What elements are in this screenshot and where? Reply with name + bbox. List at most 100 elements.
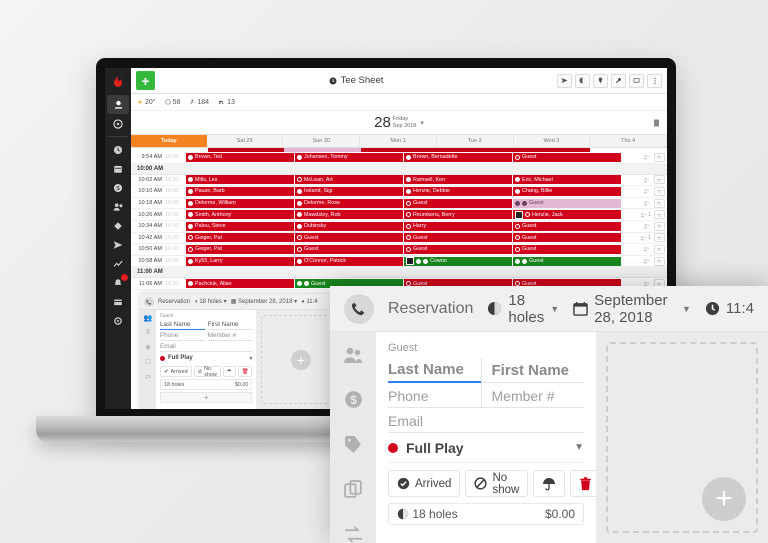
line-item-row[interactable]: 18 holes $0.00 [388, 503, 584, 525]
tee-time-row[interactable]: 10:10 AM 10.00 Pauze, Barb Ireland, Sigi Hen… [131, 186, 667, 198]
more-icon[interactable] [647, 73, 662, 88]
dollar-icon[interactable]: $ [146, 329, 150, 336]
sidebar-item-calendar[interactable] [107, 159, 129, 178]
mini-first-name-field[interactable]: First Name [207, 319, 253, 330]
contrast-icon[interactable] [575, 73, 590, 88]
tee-time-slot[interactable]: Guest [404, 198, 512, 208]
day-tab-5[interactable]: Wed 3 [514, 135, 591, 147]
cart-icon[interactable] [654, 152, 665, 162]
mini-last-name-field[interactable]: Last Name [160, 319, 205, 330]
tee-time-slot[interactable]: Delorme, Rose [295, 198, 403, 208]
fab-add-button[interactable]: + [702, 477, 746, 521]
tee-time-slot[interactable]: Guest [513, 256, 621, 266]
tee-time-slot[interactable]: Ireland, Sigi [295, 186, 403, 196]
chevron-down-icon[interactable]: ▼ [574, 442, 584, 453]
cart-icon[interactable] [654, 186, 665, 196]
tee-time-slot[interactable]: Johansen, Tommy [295, 152, 403, 162]
sidebar-item-clock[interactable] [107, 140, 129, 159]
tee-time-slot[interactable]: Guest [295, 233, 403, 243]
cart-icon[interactable] [654, 175, 665, 185]
cart-icon[interactable] [654, 256, 665, 266]
tee-time-slot[interactable]: Geiger, Pat [186, 233, 294, 243]
cart-icon[interactable] [654, 244, 665, 254]
tee-time-slot[interactable]: Brown, Ted [186, 152, 294, 162]
players-icon[interactable]: 1 [640, 212, 651, 218]
cart-icon[interactable] [654, 198, 665, 208]
day-tab-1[interactable]: Sat 29 [207, 135, 284, 147]
date-selector[interactable]: September 28, 2018 ▼ [573, 292, 691, 326]
mini-line-item[interactable]: 18 holes $0.00 [160, 379, 253, 390]
tee-time-slot[interactable]: Guest [513, 233, 621, 243]
first-name-field[interactable]: First Name [480, 358, 584, 383]
tag-icon[interactable] [344, 435, 363, 454]
holes-selector[interactable]: 18 holes ▼ [487, 292, 559, 326]
tee-time-slot[interactable]: McLean, Art [295, 175, 403, 185]
no-show-button[interactable]: No show [465, 470, 529, 497]
tee-time-slot[interactable]: Guest [404, 244, 512, 254]
sidebar-item-reports[interactable] [107, 254, 129, 273]
players-icon[interactable] [643, 200, 651, 206]
sidebar-item-send[interactable] [107, 235, 129, 254]
day-tab-today[interactable]: Today [131, 135, 207, 147]
chevron-down-icon[interactable]: ▼ [682, 304, 691, 314]
mini-trash-button[interactable]: 🗑 [237, 366, 253, 377]
sidebar-item-dashboard[interactable] [107, 114, 129, 133]
sidebar-item-people[interactable] [107, 197, 129, 216]
email-field[interactable]: Email [388, 408, 584, 433]
tee-time-slot[interactable]: Guest [404, 233, 512, 243]
tee-time-slot[interactable]: Eric, Michael [513, 175, 621, 185]
tee-time-row[interactable]: 10:02 AM 10.00 Mills, Les McLean, Art Ramsel… [131, 175, 667, 187]
pin-icon[interactable] [593, 73, 608, 88]
mini-fab-add-button[interactable]: + [290, 349, 311, 370]
tee-time-row[interactable]: 10:18 AM 10.00 Delorme, William Delorme, Ro… [131, 198, 667, 210]
wrench-icon[interactable] [611, 73, 626, 88]
tee-time-slot[interactable]: Guest [513, 198, 621, 208]
players-icon[interactable] [643, 154, 651, 160]
tee-time-slot[interactable]: Guest [513, 221, 621, 231]
dollar-icon[interactable]: $ [344, 390, 363, 409]
people-icon[interactable]: 👥 [144, 314, 153, 322]
sidebar-item-tag[interactable] [107, 216, 129, 235]
mini-member-field[interactable]: Member # [207, 330, 253, 341]
date-chevron-down-icon[interactable]: ▾ [420, 119, 424, 127]
tee-time-slot[interactable]: Dubinsky [295, 221, 403, 231]
sidebar-item-alerts[interactable] [107, 273, 129, 292]
mini-play-type[interactable]: Full Play ▾ [160, 352, 252, 364]
players-icon[interactable] [643, 177, 651, 183]
tee-time-row[interactable]: 10:26 AM 10.00 Smith, Anthony Mawdsley, Rob… [131, 209, 667, 221]
mini-arrived-button[interactable]: ✔ Arrived [160, 366, 192, 377]
mini-email-field[interactable]: Email [160, 341, 253, 352]
tee-time-slot[interactable]: Smith, Anthony [186, 210, 294, 220]
copy-icon[interactable] [343, 480, 363, 499]
tee-time-slot[interactable]: Palou, Steve [186, 221, 294, 231]
players-icon[interactable] [643, 223, 651, 229]
sidebar-item-dollar[interactable]: $ [107, 178, 129, 197]
tee-time-slot[interactable]: Pauze, Barb [186, 186, 294, 196]
tee-time-slot[interactable]: O'Connor, Patrick [295, 256, 403, 266]
players-icon[interactable]: 1 [640, 235, 651, 241]
tee-time-slot[interactable]: Henzie, Debbie [404, 186, 512, 196]
day-tab-3[interactable]: Mon 1 [360, 135, 437, 147]
tee-time-slot[interactable]: Guest [513, 244, 621, 254]
tee-time-row[interactable]: 9:54 AM 10.00 Brown, Ted Johansen, Tommy Bro… [131, 152, 667, 164]
tee-time-slot[interactable]: Harry [404, 221, 512, 231]
mini-date[interactable]: ▦ September 28, 2018 ▾ [231, 298, 297, 305]
member-number-field[interactable]: Member # [480, 383, 584, 408]
day-tab-2[interactable]: Sun 30 [283, 135, 361, 147]
tee-time-slot[interactable]: Reumkens, Berry [404, 210, 512, 220]
tee-time-slot[interactable]: Ramsell, Ken [404, 175, 512, 185]
mini-time[interactable]: ◕ 11:4 [301, 299, 318, 305]
transfer-icon[interactable] [344, 525, 363, 543]
tee-time-row[interactable]: 10:42 AM 10.00 Geiger, Pat Guest Guest Guest 1 [131, 233, 667, 245]
cart-icon[interactable] [654, 233, 665, 243]
monitor-icon[interactable] [629, 73, 644, 88]
cart-icon[interactable] [654, 210, 665, 220]
send-icon[interactable] [557, 73, 572, 88]
tee-time-slot[interactable]: Henzie, Jack [513, 210, 621, 220]
tee-time-slot[interactable]: Mawdsley, Rob [295, 210, 403, 220]
tee-time-row[interactable]: 10:34 AM 10.00 Palou, Steve Dubinsky Harry Gu… [131, 221, 667, 233]
day-tab-6[interactable]: Thu 4 [590, 135, 667, 147]
last-name-field[interactable]: Last Name [388, 358, 481, 383]
add-reservation-button[interactable]: + [136, 71, 155, 90]
print-icon[interactable] [653, 119, 660, 127]
